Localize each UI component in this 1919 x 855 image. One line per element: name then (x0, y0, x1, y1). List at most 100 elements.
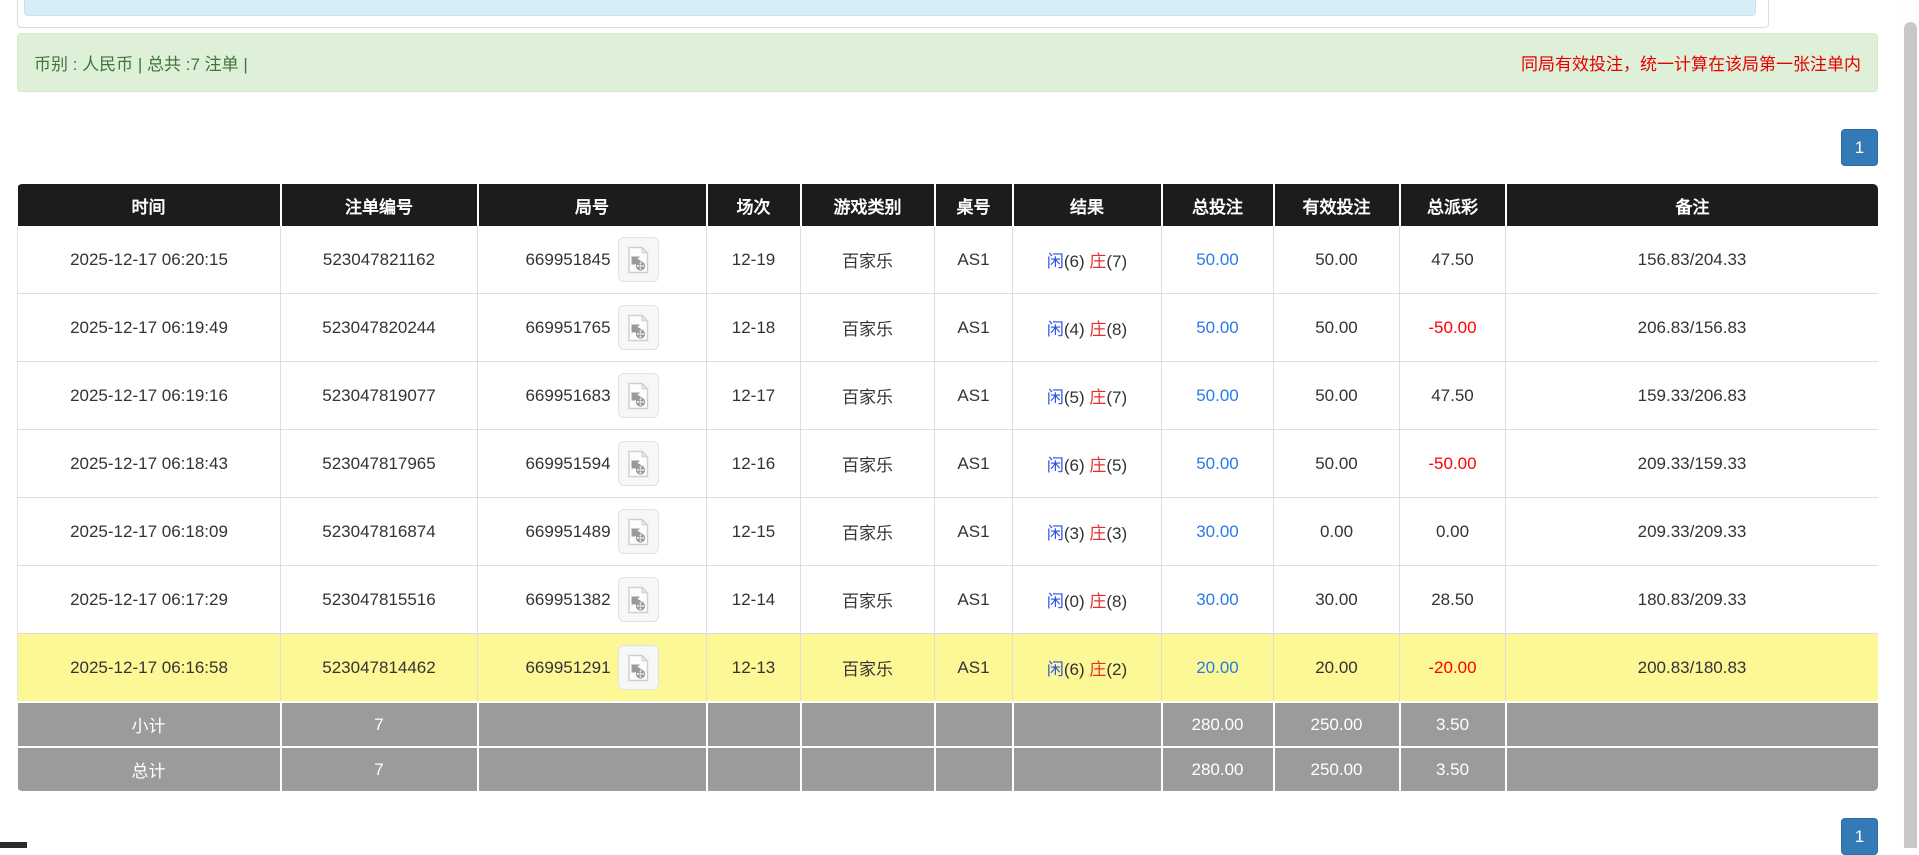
cell-remark: 156.83/204.33 (1505, 226, 1878, 294)
cell-remark: 209.33/209.33 (1505, 497, 1878, 566)
video-file-icon (628, 245, 649, 273)
cell-round-no: 669951845 (477, 226, 707, 294)
replay-video-button[interactable] (617, 577, 659, 622)
player-label: 闲 (1046, 524, 1064, 543)
table-header: 时间 注单编号 局号 场次 游戏类别 桌号 结果 总投注 有效投注 总派彩 备注 (17, 184, 1878, 226)
cell-session: 12-13 (706, 633, 801, 703)
cell-remark: 209.33/159.33 (1505, 429, 1878, 498)
subtotal-label: 小计 (17, 701, 282, 747)
vertical-scrollbar-thumb[interactable] (1904, 22, 1917, 848)
page-1-button-bottom[interactable]: 1 (1841, 818, 1878, 855)
cell-payout: 47.50 (1399, 226, 1506, 294)
banker-score: (5) (1106, 456, 1128, 475)
horizontal-scrollbar-stub[interactable] (0, 842, 27, 848)
cell-table-no: AS1 (934, 633, 1013, 703)
banker-score: (7) (1106, 252, 1128, 271)
cell-session: 12-14 (706, 565, 801, 634)
cell-round-no: 669951489 (477, 497, 707, 566)
total-bet-link[interactable]: 20.00 (1196, 658, 1239, 677)
video-file-icon (628, 517, 649, 545)
cell-result: 闲(6) 庄(2) (1012, 633, 1162, 703)
cell-remark: 206.83/156.83 (1505, 293, 1878, 362)
cell-round-no: 669951382 (477, 565, 707, 634)
header-payout: 总派彩 (1399, 184, 1507, 226)
table-row: 2025-12-17 06:17:29 523047815516 6699513… (17, 565, 1878, 634)
round-number: 669951765 (525, 317, 611, 337)
replay-video-button[interactable] (617, 645, 659, 690)
table-footer: 小计 7 280.00 250.00 3.50 总计 7 280.00 250.… (17, 701, 1878, 791)
vertical-scrollbar[interactable] (1902, 0, 1919, 848)
cell-bet-id: 523047814462 (280, 633, 478, 703)
total-bet-link[interactable]: 50.00 (1196, 386, 1239, 405)
pagination-top: 1 (1841, 129, 1878, 166)
round-number: 669951683 (525, 385, 611, 405)
replay-video-button[interactable] (617, 237, 659, 282)
total-bet-link[interactable]: 50.00 (1196, 454, 1239, 473)
page-1-button[interactable]: 1 (1841, 129, 1878, 166)
player-label: 闲 (1046, 388, 1064, 407)
banker-label: 庄 (1089, 388, 1107, 407)
cell-total-bet: 50.00 (1161, 226, 1274, 294)
header-result: 结果 (1012, 184, 1163, 226)
cell-game-type: 百家乐 (800, 497, 935, 566)
header-round-no: 局号 (477, 184, 708, 226)
replay-video-button[interactable] (617, 373, 659, 418)
payout-value: -20.00 (1428, 657, 1477, 677)
player-label: 闲 (1046, 456, 1064, 475)
banker-label: 庄 (1089, 592, 1107, 611)
cell-session: 12-18 (706, 293, 801, 362)
cell-total-bet: 30.00 (1161, 497, 1274, 566)
table-row: 2025-12-17 06:19:49 523047820244 6699517… (17, 293, 1878, 362)
replay-video-button[interactable] (617, 441, 659, 486)
cell-table-no: AS1 (934, 497, 1013, 566)
cell-remark: 159.33/206.83 (1505, 361, 1878, 430)
summary-bar: 币别 : 人民币 | 总共 :7 注单 | 同局有效投注，统一计算在该局第一张注… (17, 33, 1878, 92)
cell-total-bet: 50.00 (1161, 361, 1274, 430)
cell-game-type: 百家乐 (800, 429, 935, 498)
replay-video-button[interactable] (617, 305, 659, 350)
cell-bet-id: 523047817965 (280, 429, 478, 498)
banker-label: 庄 (1089, 456, 1107, 475)
settlement-note-text: 同局有效投注，统一计算在该局第一张注单内 (1521, 55, 1861, 74)
player-score: (4) (1063, 320, 1085, 339)
cell-payout: 28.50 (1399, 565, 1506, 634)
player-label: 闲 (1046, 320, 1064, 339)
payout-value: -50.00 (1428, 453, 1477, 473)
subtotal-payout: 3.50 (1399, 701, 1507, 747)
header-session: 场次 (706, 184, 802, 226)
total-bet-link[interactable]: 50.00 (1196, 250, 1239, 269)
player-score: (6) (1063, 252, 1085, 271)
cell-time: 2025-12-17 06:20:15 (17, 226, 281, 294)
video-file-icon (628, 585, 649, 613)
cell-total-bet: 50.00 (1161, 429, 1274, 498)
subtotal-valid-bet: 250.00 (1273, 701, 1401, 747)
payout-value: 28.50 (1431, 589, 1474, 609)
round-number: 669951845 (525, 249, 611, 269)
round-number: 669951291 (525, 657, 611, 677)
banker-label: 庄 (1089, 252, 1107, 271)
total-label: 总计 (17, 746, 282, 791)
pagination-bottom: 1 (1841, 818, 1878, 855)
table-row: 2025-12-17 06:18:43 523047817965 6699515… (17, 429, 1878, 498)
header-game-type: 游戏类别 (800, 184, 936, 226)
player-score: (0) (1063, 592, 1085, 611)
header-valid-bet: 有效投注 (1273, 184, 1401, 226)
total-total-bet: 280.00 (1161, 746, 1275, 791)
cell-session: 12-16 (706, 429, 801, 498)
header-remark: 备注 (1505, 184, 1878, 226)
cell-time: 2025-12-17 06:19:49 (17, 293, 281, 362)
total-bet-link[interactable]: 50.00 (1196, 318, 1239, 337)
table-row: 2025-12-17 06:18:09 523047816874 6699514… (17, 497, 1878, 566)
total-bet-link[interactable]: 30.00 (1196, 522, 1239, 541)
payout-value: 0.00 (1435, 521, 1470, 541)
cell-round-no: 669951683 (477, 361, 707, 430)
header-total-bet: 总投注 (1161, 184, 1275, 226)
total-row: 总计 7 280.00 250.00 3.50 (17, 746, 1878, 791)
payout-value: 47.50 (1431, 385, 1474, 405)
cell-bet-id: 523047816874 (280, 497, 478, 566)
total-bet-link[interactable]: 30.00 (1196, 590, 1239, 609)
cell-time: 2025-12-17 06:19:16 (17, 361, 281, 430)
replay-video-button[interactable] (617, 509, 659, 554)
cell-table-no: AS1 (934, 429, 1013, 498)
cell-result: 闲(0) 庄(8) (1012, 565, 1162, 634)
